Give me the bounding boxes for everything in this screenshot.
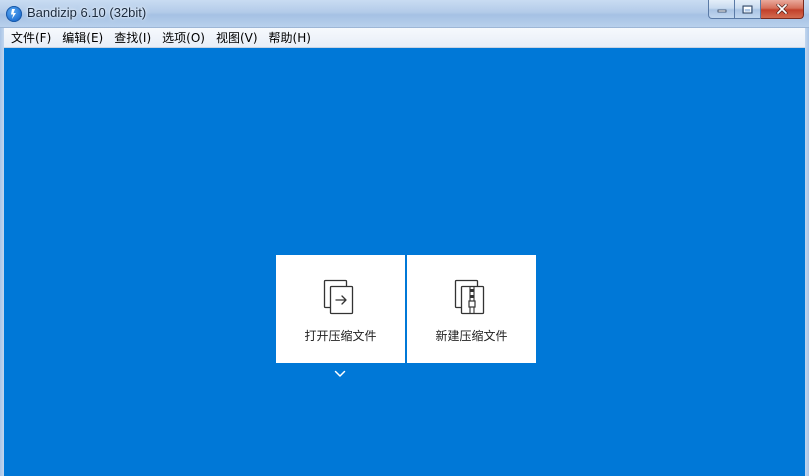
minimize-button[interactable]	[708, 0, 735, 19]
menu-bar: 文件(F) 编辑(E) 查找(I) 选项(O) 视图(V) 帮助(H)	[4, 28, 805, 48]
menu-help[interactable]: 帮助(H)	[265, 29, 318, 47]
window-controls	[708, 0, 804, 20]
title-bar[interactable]: Bandizip 6.10 (32bit)	[0, 0, 809, 28]
menu-view[interactable]: 视图(V)	[212, 29, 265, 47]
maximize-icon	[742, 5, 753, 13]
app-window: Bandizip 6.10 (32bit) 文件(F) 编辑(E) 查找(I) …	[0, 0, 809, 476]
new-archive-icon	[454, 279, 485, 315]
new-archive-button[interactable]: 新建压缩文件	[407, 255, 536, 363]
main-area: 打开压缩文件 新建压缩文件	[4, 48, 805, 476]
chevron-down-icon[interactable]	[334, 369, 346, 379]
close-icon	[776, 4, 788, 14]
menu-file[interactable]: 文件(F)	[7, 29, 58, 47]
window-title: Bandizip 6.10 (32bit)	[27, 5, 147, 20]
open-archive-icon	[323, 279, 354, 315]
menu-find[interactable]: 查找(I)	[110, 29, 158, 47]
window-border-right	[805, 28, 809, 476]
close-button[interactable]	[761, 0, 804, 19]
bandizip-app-icon[interactable]	[6, 6, 22, 22]
menu-edit[interactable]: 编辑(E)	[58, 29, 110, 47]
open-archive-label: 打开压缩文件	[304, 329, 377, 343]
new-archive-label: 新建压缩文件	[435, 329, 508, 343]
open-archive-button[interactable]: 打开压缩文件	[276, 255, 405, 363]
minimize-icon	[717, 9, 726, 13]
maximize-button[interactable]	[735, 0, 761, 19]
menu-options[interactable]: 选项(O)	[158, 29, 212, 47]
